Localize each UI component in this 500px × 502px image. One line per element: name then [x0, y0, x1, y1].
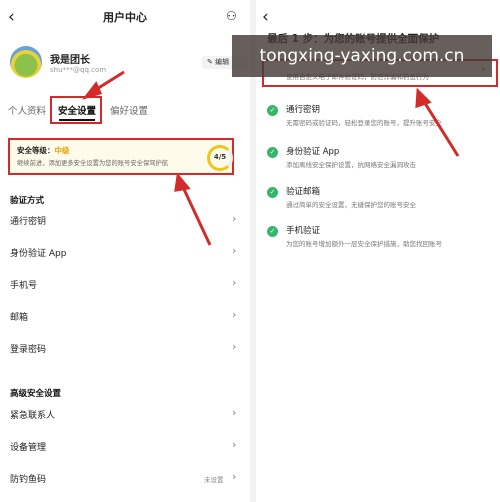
user-center-panel: ‹ 用户中心 ⚇ 我是团长 shu***@qq.com ✎ 编辑 个人资料 安全… [0, 0, 250, 502]
list-item-emergency-contact[interactable]: 紧急联系人 › [0, 404, 250, 426]
tab-profile[interactable]: 个人资料 [8, 103, 46, 117]
step-name: 通行密钥 [286, 105, 321, 115]
list-item-anti-phishing[interactable]: 防钓鱼码 未设置 › [0, 468, 250, 490]
step-name: 手机验证 [286, 226, 321, 236]
page-title: 用户中心 [103, 11, 147, 24]
row-label: 通行密钥 [10, 217, 47, 227]
chevron-right-icon: › [232, 470, 237, 483]
row-label: 紧急联系人 [10, 411, 56, 421]
step-desc: 为您的账号增加额外一层安全保护措施，助您找回账号 [286, 240, 442, 248]
chevron-right-icon: › [232, 244, 237, 257]
chevron-right-icon: › [232, 406, 237, 419]
tab-bar: 个人资料 安全设置 偏好设置 [0, 103, 250, 123]
tab-preferences[interactable]: 偏好设置 [110, 103, 148, 117]
user-settings-icon[interactable]: ⚇ [226, 9, 237, 23]
chevron-right-icon: › [232, 438, 237, 451]
verification-heading: 验证方式 [10, 196, 45, 206]
row-label: 身份验证 App [10, 249, 67, 259]
anti-phishing-status: 未设置 [204, 476, 224, 484]
top-bar: ‹ 用户中心 ⚇ [0, 6, 250, 28]
row-label: 邮箱 [10, 313, 29, 323]
chevron-right-icon: › [232, 308, 237, 321]
list-item-device-management[interactable]: 设备管理 › [0, 436, 250, 458]
user-name: 我是团长 [50, 55, 90, 66]
step-phone[interactable]: ✓ 手机验证 为您的账号增加额外一层安全保护措施，助您找回账号 [256, 222, 500, 254]
check-icon: ✓ [267, 226, 278, 237]
security-level-label: 安全等级：中级 [17, 146, 70, 155]
list-item-passkey[interactable]: 通行密钥 › [0, 210, 250, 232]
watermark-banner: tongxing-yaxing.com.cn [232, 35, 492, 77]
row-label: 防钓鱼码 [10, 475, 47, 485]
step-passkey[interactable]: ✓ 通行密钥 无需密码或验证码，轻松登录您的账号，提升账号安全 [256, 101, 500, 133]
avatar[interactable] [10, 46, 42, 78]
step-desc: 无需密码或验证码，轻松登录您的账号，提升账号安全 [286, 119, 442, 127]
list-item-authenticator[interactable]: 身份验证 App › [0, 242, 250, 264]
step-authenticator[interactable]: ✓ 身份验证 App 添加离线安全保护设置，抗网络安全漏洞攻击 [256, 143, 500, 175]
step-desc: 通过简单的安全设置，无缝保护您的账号安全 [286, 201, 416, 209]
row-label: 登录密码 [10, 345, 47, 355]
security-level-card[interactable]: 安全等级：中级 继续前进，添加更多安全设置为您的账号安全保驾护航 4/5 [8, 138, 234, 175]
check-icon: ✓ [267, 105, 278, 116]
check-icon: ✓ [267, 187, 278, 198]
step-name: 身份验证 App [286, 147, 340, 157]
list-item-phone[interactable]: 手机号 › [0, 274, 250, 296]
security-level-value: 中级 [54, 146, 70, 155]
chevron-right-icon: › [232, 276, 237, 289]
step-desc: 添加离线安全保护设置，抗网络安全漏洞攻击 [286, 161, 416, 169]
list-item-email[interactable]: 邮箱 › [0, 306, 250, 328]
check-icon: ✓ [267, 147, 278, 158]
step-name: 验证邮箱 [286, 187, 321, 197]
list-item-login-password[interactable]: 登录密码 › [0, 338, 250, 360]
annotation-box-tab [50, 96, 102, 124]
user-email: shu***@qq.com [50, 66, 107, 74]
security-level-desc: 继续前进，添加更多安全设置为您的账号安全保驾护航 [17, 160, 169, 167]
step-email[interactable]: ✓ 验证邮箱 通过简单的安全设置，无缝保护您的账号安全 [256, 183, 500, 215]
advanced-heading: 高级安全设置 [10, 389, 62, 399]
chevron-right-icon: › [232, 212, 237, 225]
row-label: 手机号 [10, 281, 38, 291]
security-score: 4/5 [213, 153, 227, 161]
row-label: 设备管理 [10, 443, 47, 453]
chevron-right-icon: › [232, 340, 237, 353]
back-icon[interactable]: ‹ [262, 6, 269, 28]
